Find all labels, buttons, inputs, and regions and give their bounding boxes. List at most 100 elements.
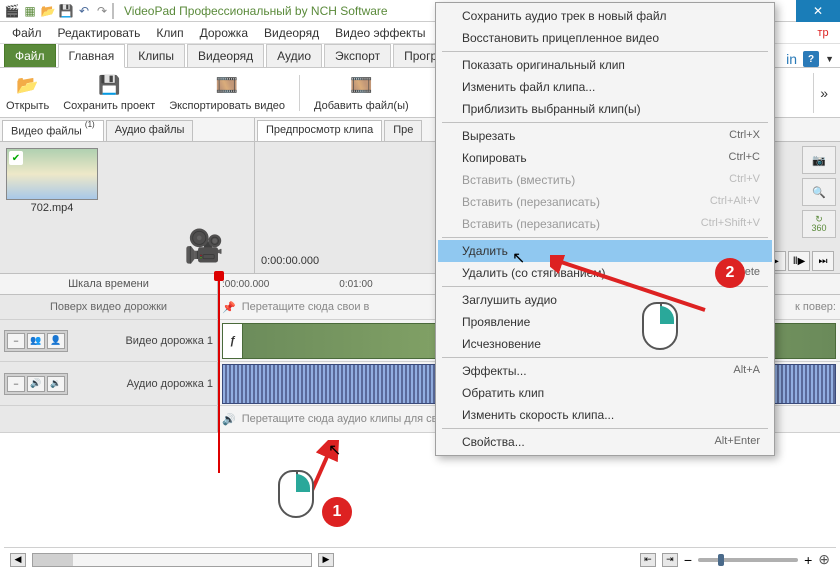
add-file-icon: 🎞️ [349, 74, 373, 98]
track-toggle-2[interactable]: 👥 [27, 333, 45, 349]
bin-tab-video[interactable]: Видео файлы (1) [2, 120, 104, 141]
scroll-left-button[interactable]: ◀ [10, 553, 26, 567]
add-label: Добавить файл(ы) [314, 100, 409, 112]
cm-fadein[interactable]: Проявление [438, 311, 772, 333]
export-video-button[interactable]: 🎞️ Экспортировать видео [169, 74, 285, 112]
linkedin-icon[interactable]: in [786, 51, 797, 67]
overlay-hint: Перетащите сюда свои в [242, 301, 370, 313]
tab-clips[interactable]: Клипы [127, 44, 185, 67]
separator [442, 122, 768, 123]
playhead[interactable] [218, 273, 220, 473]
cm-change-file[interactable]: Изменить файл клипа... [438, 76, 772, 98]
audio-track-header[interactable]: − 🔊 🔉 Аудио дорожка 1 [0, 362, 218, 405]
cm-effects[interactable]: Эффекты...Alt+A [438, 360, 772, 382]
overlay-track-label[interactable]: Поверх видео дорожки [0, 295, 218, 319]
menu-track[interactable]: Дорожка [192, 24, 256, 42]
cm-delete[interactable]: Удалить [438, 240, 772, 262]
r360-label: 360 [811, 224, 826, 233]
dropdown-icon[interactable]: ▼ [825, 54, 834, 64]
ribbon-overflow-icon[interactable]: » [813, 73, 834, 113]
camera-placeholder-icon: 🎥 [184, 227, 224, 265]
zoom-in-button[interactable]: + [804, 552, 812, 568]
open-label: Открыть [6, 100, 49, 112]
tab-file[interactable]: Файл [4, 44, 56, 67]
preview-timecode: 0:00:00.000 [261, 255, 411, 267]
bin-tabs: Видео файлы (1) Аудио файлы [0, 118, 254, 142]
separator [442, 237, 768, 238]
clip-thumbnail[interactable]: 702.mp4 [6, 148, 98, 214]
video-track-header[interactable]: − 👥 👤 Видео дорожка 1 [0, 320, 218, 361]
help-icon[interactable]: ? [803, 51, 819, 67]
bin-tab-audio[interactable]: Аудио файлы [106, 120, 194, 141]
menu-edit[interactable]: Редактировать [50, 24, 149, 42]
close-button[interactable]: ✕ [796, 0, 840, 22]
cm-fadeout[interactable]: Исчезновение [438, 333, 772, 355]
cm-paste-fit: Вставить (вместить)Ctrl+V [438, 169, 772, 191]
zoom-out-button[interactable]: − [684, 552, 692, 568]
horizontal-scrollbar[interactable] [32, 553, 312, 567]
menu-sequence[interactable]: Видеоряд [256, 24, 327, 42]
new-icon[interactable]: ▦ [22, 3, 38, 19]
track-toggle-3[interactable]: 👤 [47, 333, 65, 349]
tab-audio[interactable]: Аудио [266, 44, 322, 67]
tabbar-right: in ? ▼ [786, 51, 834, 67]
cm-paste-ins: Вставить (перезаписать)Ctrl+Shift+V [438, 213, 772, 235]
bottom-bar: ◀ ▶ ⇤ ⇥ − + ⊕ [4, 547, 836, 571]
fit-left-button[interactable]: ⇤ [640, 553, 656, 567]
cm-mute[interactable]: Заглушить аудио [438, 289, 772, 311]
cm-paste-over: Вставить (перезаписать)Ctrl+Alt+V [438, 191, 772, 213]
save-project-button[interactable]: 💾 Сохранить проект [63, 74, 155, 112]
cm-restore-video[interactable]: Восстановить прицепленное видео [438, 27, 772, 49]
cm-copy[interactable]: КопироватьCtrl+C [438, 147, 772, 169]
screenshot-button[interactable]: 📷 [802, 146, 836, 174]
track-mute[interactable]: − [7, 376, 25, 392]
app-icon: 🎬 [4, 3, 20, 19]
open-icon[interactable]: 📂 [40, 3, 56, 19]
menu-file[interactable]: Файл [4, 24, 50, 42]
cm-show-original[interactable]: Показать оригинальный клип [438, 54, 772, 76]
360-button[interactable]: ↻360 [802, 210, 836, 238]
menu-video-effects[interactable]: Видео эффекты [327, 24, 433, 42]
scrollbar-thumb[interactable] [33, 554, 73, 566]
tab-home[interactable]: Главная [58, 44, 126, 68]
bin-body[interactable]: 702.mp4 🎥 [0, 142, 254, 273]
audio-track-label: Аудио дорожка 1 [127, 378, 213, 390]
scale-label[interactable]: Шкала времени [0, 274, 218, 294]
cm-reverse[interactable]: Обратить клип [438, 382, 772, 404]
save-icon[interactable]: 💾 [58, 3, 74, 19]
tab-export[interactable]: Экспорт [324, 44, 391, 67]
redo-icon[interactable]: ↷ [94, 3, 110, 19]
fit-right-button[interactable]: ⇥ [662, 553, 678, 567]
track-toggle-1[interactable]: − [7, 333, 25, 349]
record-icon[interactable]: тр [814, 24, 832, 42]
track-vol[interactable]: 🔉 [47, 376, 65, 392]
track-solo[interactable]: 🔊 [27, 376, 45, 392]
preview-tab-seq[interactable]: Пре [384, 120, 422, 141]
fx-badge[interactable]: ƒ [223, 324, 243, 358]
cm-props[interactable]: Свойства...Alt+Enter [438, 431, 772, 453]
menu-clip[interactable]: Клип [148, 24, 191, 42]
zoom-slider[interactable] [698, 558, 798, 562]
skip-end-button[interactable]: ⏭ [812, 251, 834, 271]
quick-access-toolbar: 🎬 ▦ 📂 💾 ↶ ↷ [0, 3, 118, 19]
undo-icon[interactable]: ↶ [76, 3, 92, 19]
cm-save-audio[interactable]: Сохранить аудио трек в новый файл [438, 5, 772, 27]
thumbnail-image [6, 148, 98, 200]
preview-tab-clip[interactable]: Предпросмотр клипа [257, 120, 382, 141]
bin-tab-video-label: Видео файлы [11, 126, 82, 138]
annotation-badge-2: 2 [715, 258, 745, 288]
cm-speed[interactable]: Изменить скорость клипа... [438, 404, 772, 426]
cm-zoom-selected[interactable]: Приблизить выбранный клип(ы) [438, 98, 772, 120]
preview-side-tools: 📷 🔍 ↻360 [802, 146, 836, 238]
cm-cut[interactable]: ВырезатьCtrl+X [438, 125, 772, 147]
zoom-fit-button[interactable]: ⊕ [818, 551, 830, 568]
frame-fwd-button[interactable]: Ⅱ▶ [788, 251, 810, 271]
tab-sequence[interactable]: Видеоряд [187, 44, 264, 67]
save-label: Сохранить проект [63, 100, 155, 112]
separator [442, 51, 768, 52]
ruler-tick-0: :00:00.000 [222, 279, 269, 290]
open-button[interactable]: 📂 Открыть [6, 74, 49, 112]
scroll-right-button[interactable]: ▶ [318, 553, 334, 567]
zoom-button[interactable]: 🔍 [802, 178, 836, 206]
add-files-button[interactable]: 🎞️ Добавить файл(ы) [314, 74, 409, 112]
